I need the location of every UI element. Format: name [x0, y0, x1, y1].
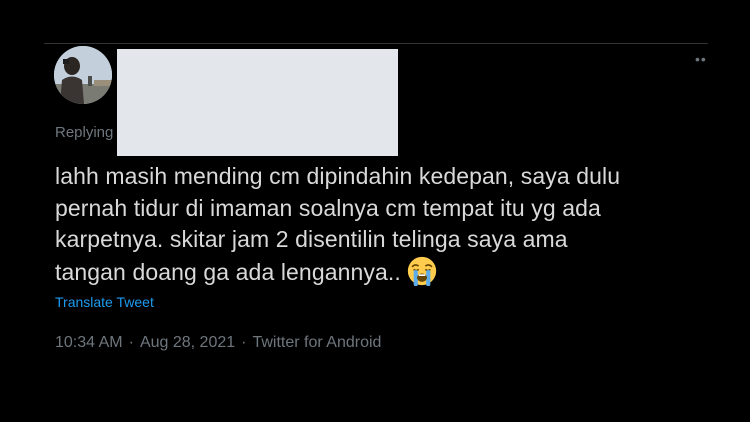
top-divider — [44, 43, 708, 44]
avatar[interactable] — [54, 46, 112, 104]
redacted-header — [117, 49, 398, 156]
tweet-text-line: karpetnya. skitar jam 2 disentilin telin… — [55, 226, 568, 252]
more-options-icon[interactable]: •• — [695, 52, 707, 66]
tweet-date[interactable]: Aug 28, 2021 — [140, 334, 235, 351]
avatar-photo — [54, 46, 112, 104]
loudly-crying-face-icon — [407, 256, 437, 286]
translate-tweet-link[interactable]: Translate Tweet — [55, 294, 154, 310]
tweet-metadata: 10:34 AM · Aug 28, 2021 · Twitter for Androi… — [55, 334, 381, 352]
separator: · — [241, 334, 247, 351]
tweet-text-line-content: tangan doang ga ada lengannya.. — [55, 258, 401, 285]
tweet-text-line: pernah tidur di imaman soalnya cm tempat… — [55, 194, 601, 221]
replying-to-label: Replying — [55, 124, 114, 141]
tweet-text-line: tangan doang ga ada lengannya.. — [55, 256, 715, 289]
tweet-text: lahh masih mending cm dipindahin kedepan… — [55, 161, 715, 288]
separator: · — [128, 334, 134, 351]
tweet-text-line: lahh masih mending cm dipindahin kedepan… — [55, 163, 621, 189]
tweet-source[interactable]: Twitter for Android — [252, 334, 381, 351]
tweet-time[interactable]: 10:34 AM — [55, 334, 123, 351]
